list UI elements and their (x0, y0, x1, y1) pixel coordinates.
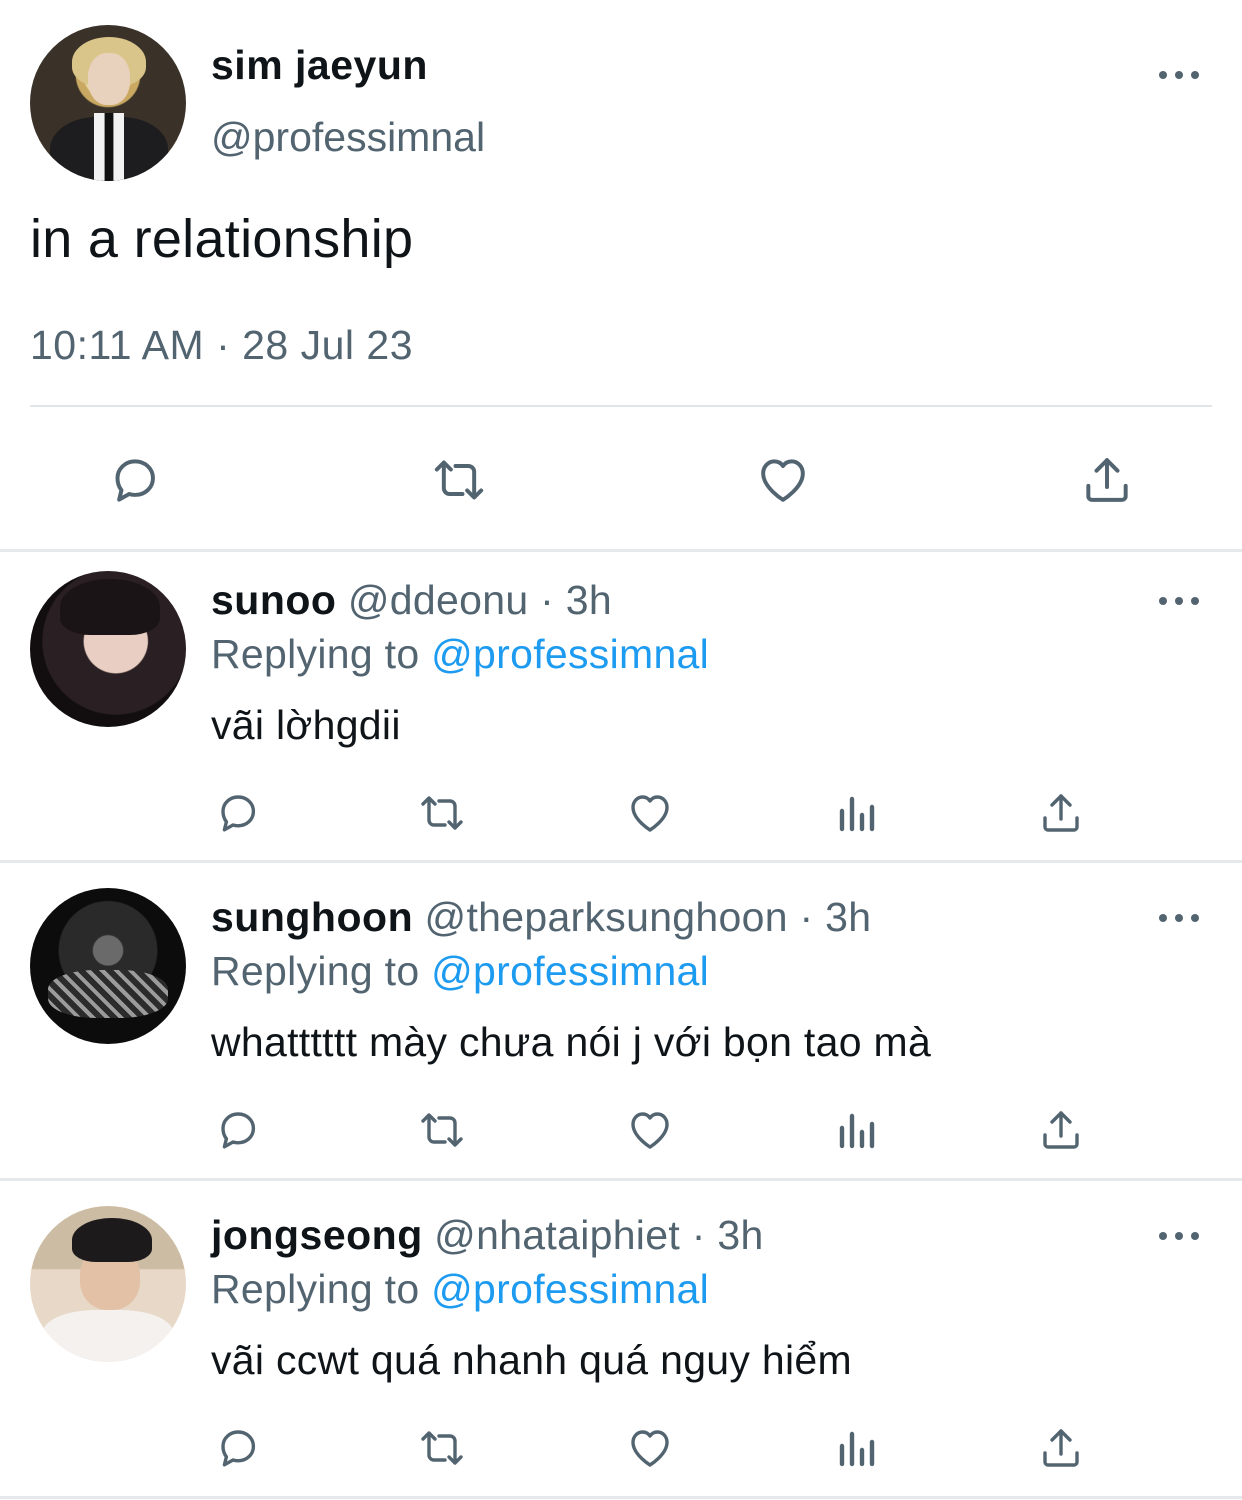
author-handle[interactable]: @professimnal (211, 114, 485, 161)
avatar[interactable] (30, 571, 186, 727)
avatar[interactable] (30, 1206, 186, 1362)
reply-text: vãi lờhgdii (211, 702, 401, 748)
reply-header: sunoo @ddeonu · 3h (211, 577, 612, 624)
divider (0, 1178, 1242, 1181)
retweet-icon[interactable] (418, 789, 466, 837)
mention-link[interactable]: @professimnal (431, 1266, 709, 1312)
reply-header: jongseong @nhataiphiet · 3h (211, 1212, 764, 1259)
reply-icon[interactable] (214, 1424, 262, 1472)
author-handle-time[interactable]: @nhataiphiet · 3h (434, 1212, 763, 1258)
like-icon[interactable] (626, 1106, 674, 1154)
reply-tweet[interactable]: sunoo @ddeonu · 3h Replying to @professi… (0, 571, 1242, 889)
analytics-icon[interactable] (832, 1424, 880, 1472)
like-icon[interactable] (755, 452, 811, 508)
divider (30, 405, 1212, 407)
reply-icon[interactable] (107, 452, 163, 508)
share-icon[interactable] (1037, 1106, 1085, 1154)
author-handle-time[interactable]: @theparksunghoon · 3h (425, 894, 872, 940)
tweet-thread: sim jaeyun @professimnal in a relationsh… (0, 0, 1242, 1500)
like-icon[interactable] (626, 789, 674, 837)
like-icon[interactable] (626, 1424, 674, 1472)
author-name[interactable]: jongseong (211, 1212, 423, 1258)
replying-to: Replying to @professimnal (211, 1266, 710, 1312)
retweet-icon[interactable] (418, 1424, 466, 1472)
reply-icon[interactable] (214, 1106, 262, 1154)
mention-link[interactable]: @professimnal (431, 948, 709, 994)
avatar[interactable] (30, 888, 186, 1044)
tweet-text: in a relationship (30, 209, 414, 269)
avatar[interactable] (30, 25, 186, 181)
share-icon[interactable] (1037, 1424, 1085, 1472)
divider (0, 549, 1242, 552)
replying-to: Replying to @professimnal (211, 948, 710, 994)
share-icon[interactable] (1079, 452, 1135, 508)
reply-icon[interactable] (214, 789, 262, 837)
reply-text: whatttttt mày chưa nói j với bọn tao mà (211, 1019, 932, 1065)
more-options-icon[interactable] (1159, 911, 1199, 925)
replying-to: Replying to @professimnal (211, 631, 710, 677)
reply-tweet[interactable]: jongseong @nhataiphiet · 3h Replying to … (0, 1206, 1242, 1500)
divider (0, 860, 1242, 863)
tweet-timestamp[interactable]: 10:11 AM · 28 Jul 23 (30, 322, 413, 369)
retweet-icon[interactable] (431, 452, 487, 508)
author-handle-time[interactable]: @ddeonu · 3h (348, 577, 612, 623)
mention-link[interactable]: @professimnal (431, 631, 709, 677)
author-name[interactable]: sunoo (211, 577, 336, 623)
more-options-icon[interactable] (1159, 1229, 1199, 1243)
author-name[interactable]: sim jaeyun (211, 42, 428, 89)
analytics-icon[interactable] (832, 1106, 880, 1154)
divider (0, 1496, 1242, 1499)
more-options-icon[interactable] (1159, 68, 1199, 82)
analytics-icon[interactable] (832, 789, 880, 837)
retweet-icon[interactable] (418, 1106, 466, 1154)
main-tweet: sim jaeyun @professimnal in a relationsh… (0, 0, 1242, 550)
more-options-icon[interactable] (1159, 594, 1199, 608)
share-icon[interactable] (1037, 789, 1085, 837)
author-name[interactable]: sunghoon (211, 894, 413, 940)
reply-text: vãi ccwt quá nhanh quá nguy hiểm (211, 1337, 852, 1383)
reply-tweet[interactable]: sunghoon @theparksunghoon · 3h Replying … (0, 888, 1242, 1206)
reply-header: sunghoon @theparksunghoon · 3h (211, 894, 871, 941)
